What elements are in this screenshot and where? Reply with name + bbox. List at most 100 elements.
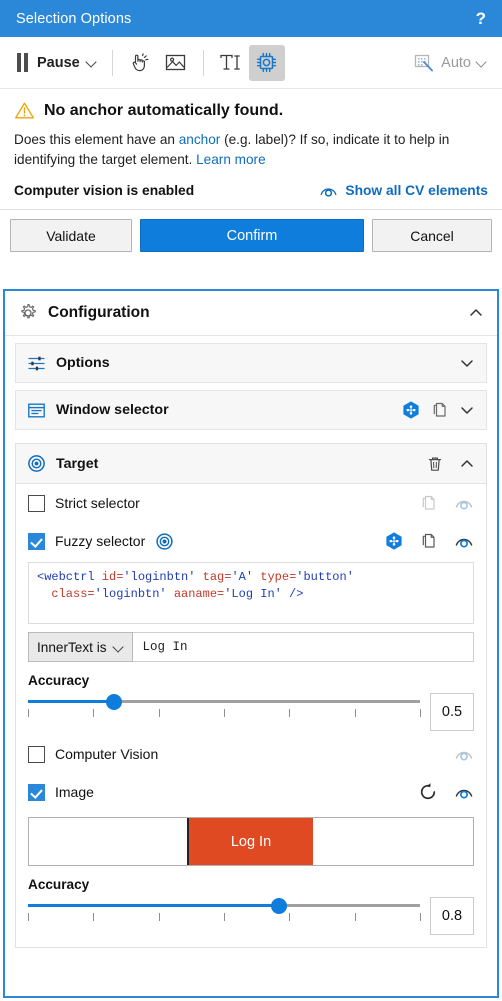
filter-value-input[interactable]: Log In — [132, 632, 474, 662]
image-checkbox[interactable] — [28, 783, 45, 801]
indicate-on-screen-button[interactable] — [122, 45, 158, 81]
image-accuracy-value[interactable]: 0.8 — [430, 897, 474, 935]
image-preview-button: Log In — [189, 818, 313, 865]
chevron-down-icon[interactable] — [87, 57, 98, 68]
fuzzy-accuracy-slider[interactable] — [28, 693, 421, 721]
fuzzy-selector-row[interactable]: Fuzzy selector — [16, 522, 486, 560]
pause-label: Pause — [37, 54, 80, 71]
target-label: Target — [56, 455, 99, 472]
selector-tag-close: /> — [281, 587, 304, 601]
strict-selector-row[interactable]: Strict selector — [16, 484, 486, 522]
chevron-down-icon[interactable] — [477, 57, 488, 68]
configuration-title: Configuration — [48, 304, 150, 321]
image-region-icon — [164, 51, 187, 74]
copy-icon[interactable] — [420, 532, 438, 550]
indicate-element-icon[interactable] — [454, 784, 474, 800]
validate-button[interactable]: Validate — [10, 219, 132, 252]
slider-knob[interactable] — [106, 693, 123, 710]
target-icon — [27, 454, 46, 473]
fuzzy-selector-target-icon[interactable] — [155, 532, 174, 551]
strict-selector-checkbox[interactable] — [28, 494, 45, 512]
help-button[interactable]: ? — [474, 9, 488, 29]
show-all-cv-elements-label: Show all CV elements — [345, 183, 488, 198]
computer-vision-row[interactable]: Computer Vision — [16, 735, 486, 773]
cancel-button[interactable]: Cancel — [372, 219, 492, 252]
auto-label: Auto — [441, 54, 471, 71]
selector-filter-row: InnerText is Log In — [28, 632, 474, 662]
pause-button[interactable]: Pause — [12, 49, 103, 76]
text-cursor-icon — [218, 51, 244, 74]
selector-attr-name: class= — [37, 587, 95, 601]
trash-icon[interactable] — [426, 455, 444, 473]
confirm-button[interactable]: Confirm — [140, 219, 364, 252]
image-region-button[interactable] — [158, 45, 194, 81]
target-header[interactable]: Target — [16, 444, 486, 484]
slider-ticks — [28, 913, 421, 925]
selector-attr-value: 'loginbtn' — [123, 570, 196, 584]
selector-attr-name: type= — [253, 570, 297, 584]
configuration-header[interactable]: Configuration — [5, 291, 497, 336]
slider-fill — [28, 700, 115, 703]
slider-ticks — [28, 709, 421, 721]
image-label: Image — [55, 784, 94, 800]
slider-track — [28, 897, 420, 914]
gear-icon — [18, 303, 38, 323]
computer-vision-checkbox[interactable] — [28, 745, 45, 763]
action-buttons-bar: Validate Confirm Cancel — [0, 209, 502, 263]
image-accuracy-slider[interactable] — [28, 897, 421, 925]
anchor-link[interactable]: anchor — [179, 132, 221, 147]
image-preview-right — [313, 818, 473, 865]
selector-attr-name: aaname= — [166, 587, 225, 601]
image-preview-left — [29, 818, 189, 865]
slider-knob[interactable] — [270, 897, 287, 914]
text-target-button[interactable] — [213, 45, 249, 81]
window-selector-section[interactable]: Window selector — [15, 390, 487, 430]
fuzzy-selector-checkbox[interactable] — [28, 532, 45, 550]
options-label: Options — [56, 355, 110, 371]
selector-tag-open: <webctrl — [37, 570, 95, 584]
title-bar: Selection Options ? — [0, 0, 502, 37]
image-accuracy-label: Accuracy — [28, 877, 90, 892]
slider-track — [28, 693, 420, 710]
chevron-up-icon[interactable] — [459, 456, 475, 472]
computer-vision-button[interactable] — [248, 44, 285, 81]
computer-vision-label: Computer Vision — [55, 746, 159, 762]
fuzzy-accuracy-value[interactable]: 0.5 — [430, 693, 474, 731]
filter-type-dropdown[interactable]: InnerText is — [28, 632, 133, 662]
variable-hexagon-icon[interactable] — [384, 531, 404, 551]
auto-select-icon — [413, 53, 435, 73]
image-row[interactable]: Image — [16, 773, 486, 811]
copy-icon[interactable] — [431, 401, 449, 419]
auto-button[interactable]: Auto — [413, 53, 492, 73]
configuration-panel: Configuration Options Window selector Ta… — [3, 289, 499, 998]
variable-hexagon-icon[interactable] — [401, 400, 421, 420]
selection-options-dialog: Selection Options ? Pause Auto No anchor… — [0, 0, 502, 1001]
target-section: Target Strict selector Fuzzy selector <w… — [15, 443, 487, 948]
toolbar-divider — [111, 49, 113, 76]
copy-icon — [420, 494, 438, 512]
message-description: Does this element have an anchor (e.g. l… — [14, 130, 488, 170]
warning-headline: No anchor automatically found. — [44, 101, 284, 119]
chevron-down-icon[interactable] — [459, 355, 475, 371]
toolbar: Pause Auto — [0, 37, 502, 89]
fuzzy-accuracy-label: Accuracy — [28, 673, 90, 688]
chevron-down-icon[interactable] — [114, 642, 124, 652]
image-preview[interactable]: Log In — [28, 817, 474, 866]
chevron-down-icon[interactable] — [459, 402, 475, 418]
selector-attr-value: 'button' — [296, 570, 354, 584]
selector-attr-value: 'A' — [231, 570, 254, 584]
strict-selector-label: Strict selector — [55, 495, 140, 511]
description-text-1: Does this element have an — [14, 132, 179, 147]
chevron-up-icon[interactable] — [468, 305, 484, 321]
learn-more-link[interactable]: Learn more — [196, 152, 266, 167]
options-section[interactable]: Options — [15, 343, 487, 383]
fuzzy-selector-code[interactable]: <webctrl id='loginbtn' tag='A' type='but… — [28, 562, 474, 624]
show-all-cv-elements-link[interactable]: Show all CV elements — [319, 183, 488, 198]
fuzzy-accuracy-row: 0.5 — [28, 693, 474, 731]
indicate-element-icon[interactable] — [454, 533, 474, 549]
sliders-icon — [27, 354, 46, 373]
computer-vision-chip-icon — [255, 51, 278, 74]
computer-vision-status-row: Computer vision is enabled Show all CV e… — [14, 183, 488, 209]
indicate-element-icon — [454, 746, 474, 762]
refresh-icon[interactable] — [418, 782, 438, 802]
